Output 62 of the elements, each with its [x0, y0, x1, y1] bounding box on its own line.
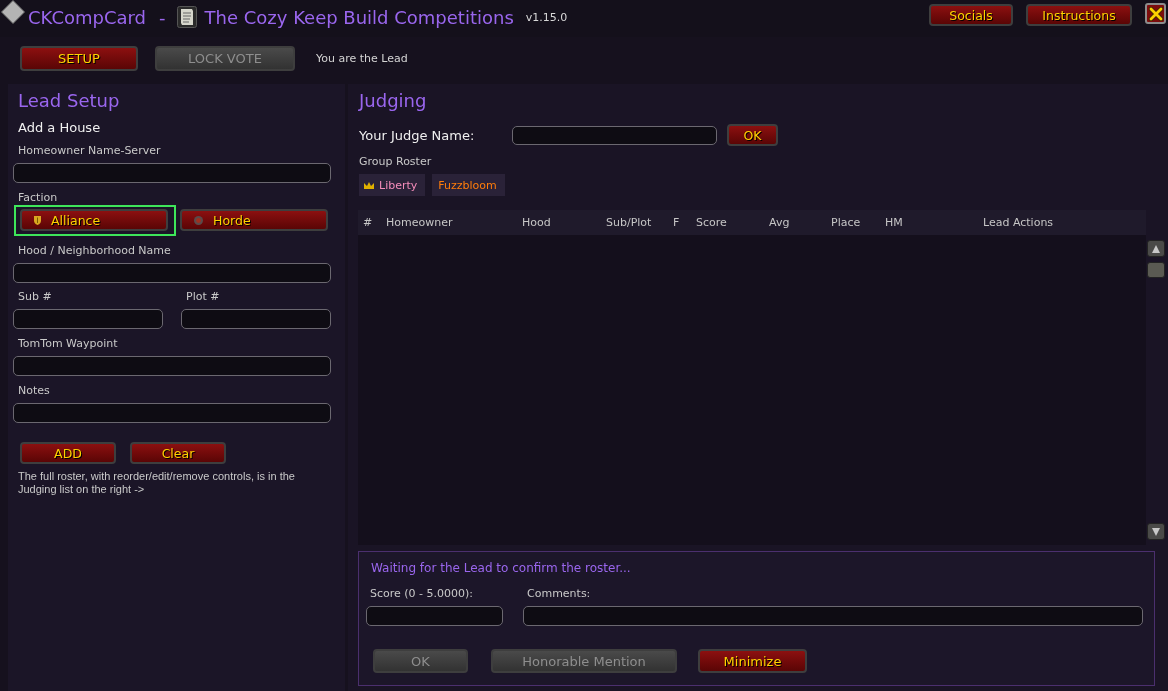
field-label: Homeowner Name-Server: [17, 144, 162, 158]
column-header: Avg: [769, 216, 791, 229]
field-label: Faction: [17, 191, 59, 205]
status-text: You are the Lead: [316, 51, 408, 67]
shield-icon: [34, 215, 41, 225]
column-header: Lead Actions: [983, 216, 1055, 229]
member-name: Liberty: [379, 178, 418, 192]
field-label: Your Judge Name:: [359, 127, 476, 143]
up-arrow-icon: [1151, 244, 1160, 253]
text-field[interactable]: [13, 403, 331, 423]
text-field[interactable]: [13, 163, 331, 183]
column-header: Score: [696, 216, 728, 229]
field-label: Hood / Neighborhood Name: [17, 244, 172, 258]
version-label: v1.15.0: [525, 11, 568, 25]
emblem-icon: [194, 215, 203, 225]
app-name: CKCompCard: [28, 7, 147, 28]
field-label: Notes: [17, 384, 51, 398]
text-field[interactable]: [181, 309, 331, 329]
status-text: Waiting for the Lead to confirm the roster...: [370, 560, 632, 576]
action-button[interactable]: Clear: [130, 442, 226, 464]
scroll-down-button[interactable]: [1146, 523, 1165, 540]
vote-button[interactable]: Minimize: [698, 649, 807, 673]
field-label: Score (0 - 5.0000):: [369, 587, 475, 601]
column-header: Hood: [522, 216, 552, 229]
column-header: #: [363, 216, 374, 229]
header-button[interactable]: Instructions: [1026, 4, 1132, 26]
column-header: Place: [831, 216, 862, 229]
toolbar-button[interactable]: SETUP: [20, 46, 138, 71]
faction-button[interactable]: Alliance: [14, 205, 176, 236]
faction-button[interactable]: Horde: [180, 209, 328, 231]
column-header: F: [673, 216, 681, 229]
scrollbar-thumb[interactable]: [1146, 262, 1165, 278]
diamond-icon: [1, 0, 25, 24]
field-label: TomTom Waypoint: [17, 337, 119, 351]
header-button[interactable]: Socials: [929, 4, 1013, 26]
close-icon: [1148, 6, 1163, 21]
column-header: HM: [885, 216, 904, 229]
panel-title: Judging: [358, 92, 428, 110]
field-label: Plot #: [185, 290, 221, 304]
scroll-up-button[interactable]: [1146, 240, 1165, 257]
close-button[interactable]: [1145, 3, 1166, 24]
panel-title: Lead Setup: [17, 92, 121, 110]
judge-name-field[interactable]: [512, 125, 717, 145]
window-title: The Cozy Keep Build Competitions: [204, 7, 514, 28]
hint-text: The full roster, with reorder/edit/remove controls, is in the Judging list on the right ->: [17, 470, 296, 496]
field-label: Sub #: [17, 290, 53, 304]
down-arrow-icon: [1151, 527, 1160, 536]
comments-field[interactable]: [523, 606, 1143, 626]
text-field[interactable]: [13, 309, 163, 329]
scroll-icon: [176, 6, 197, 28]
member-name: Fuzzbloom: [438, 178, 497, 192]
field-label: Comments:: [526, 587, 592, 601]
text-field[interactable]: [13, 263, 331, 283]
text-field[interactable]: [13, 356, 331, 376]
section-label: Group Roster: [358, 155, 433, 169]
column-header: Sub/Plot: [606, 216, 653, 229]
action-button[interactable]: ADD: [20, 442, 116, 464]
title-separator: -: [159, 7, 166, 28]
ok-button[interactable]: OK: [727, 124, 778, 146]
score-field[interactable]: [366, 606, 503, 626]
section-title: Add a House: [17, 120, 102, 136]
column-header: Homeowner: [386, 216, 454, 229]
